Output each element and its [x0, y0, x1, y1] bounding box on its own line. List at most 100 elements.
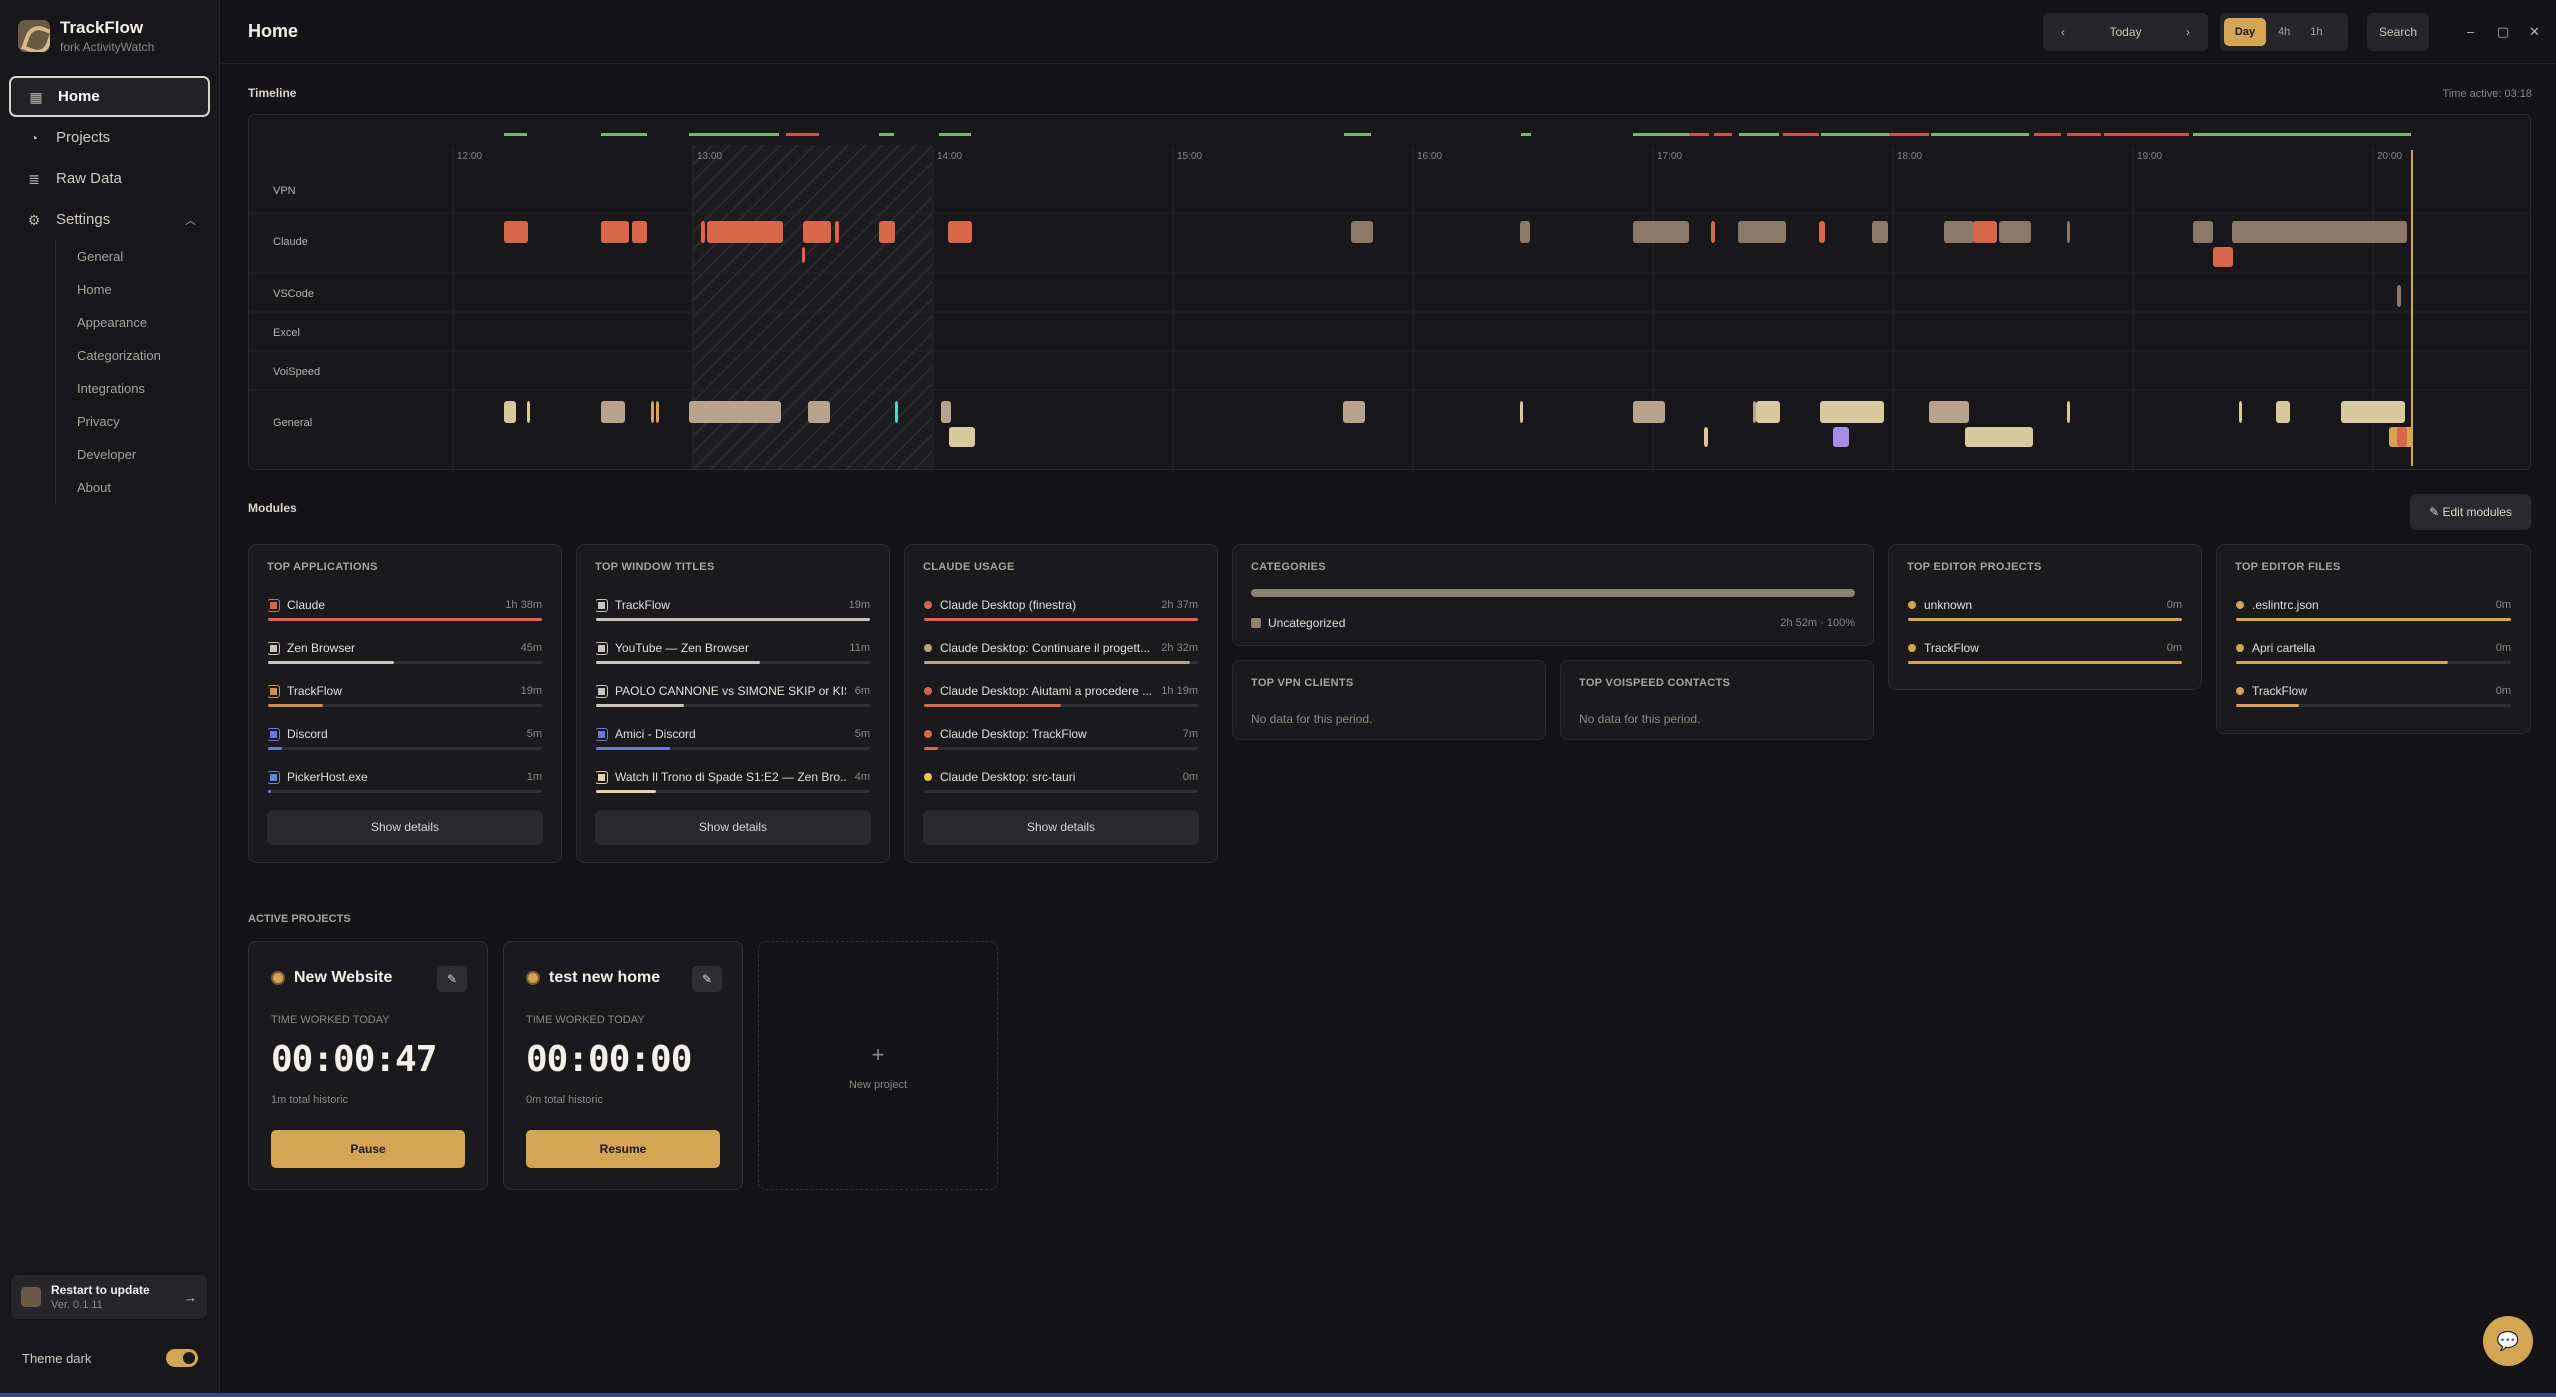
timeline-bar[interactable]: [1944, 221, 1974, 243]
timeline-bar[interactable]: [1351, 221, 1373, 243]
nav-item-raw-data[interactable]: ≣ Raw Data: [9, 158, 210, 199]
list-item[interactable]: PAOLO CANNONE vs SIMONE SKIP or KIS... 6m: [596, 684, 870, 712]
timeline-bar[interactable]: [2397, 285, 2401, 307]
timeline-bar[interactable]: [941, 401, 951, 423]
timeline-bar[interactable]: [1711, 221, 1715, 243]
timeline-bar[interactable]: [689, 401, 781, 423]
timeline-bar[interactable]: [803, 221, 831, 243]
timeline-bar[interactable]: [1965, 427, 2033, 447]
search-button[interactable]: Search: [2367, 13, 2429, 51]
timeline-bar[interactable]: [2193, 221, 2213, 243]
timeline-bar[interactable]: [1929, 401, 1969, 423]
timeline-bar[interactable]: [948, 221, 972, 243]
timeline-bar[interactable]: [1833, 427, 1849, 447]
list-item[interactable]: TrackFlow 19m: [268, 684, 542, 712]
timeline-bar[interactable]: [895, 401, 898, 423]
timeline-bar[interactable]: [879, 221, 895, 243]
timeline-bar[interactable]: [1973, 221, 1997, 243]
theme-toggle[interactable]: [166, 1349, 198, 1367]
prev-day-button[interactable]: ‹: [2061, 25, 2065, 39]
timeline-bar[interactable]: [2341, 401, 2405, 423]
range-4h-button[interactable]: 4h: [2270, 18, 2298, 46]
settings-item-home[interactable]: Home: [77, 273, 161, 306]
list-item[interactable]: Watch Il Trono di Spade S1:E2 — Zen Bro.…: [596, 770, 870, 798]
settings-item-general[interactable]: General: [77, 240, 161, 273]
timeline-bar[interactable]: [504, 401, 516, 423]
update-banner[interactable]: Restart to update Ver. 0.1.11 →: [11, 1275, 207, 1319]
pause-button[interactable]: Pause: [271, 1130, 465, 1168]
timeline-bar[interactable]: [2239, 401, 2242, 423]
list-item[interactable]: TrackFlow 0m: [2236, 684, 2511, 712]
timeline-bar[interactable]: [2067, 221, 2070, 243]
timeline-bar[interactable]: [1633, 221, 1689, 243]
list-item[interactable]: TrackFlow 19m: [596, 598, 870, 626]
list-item[interactable]: Claude Desktop (finestra) 2h 37m: [924, 598, 1198, 626]
timeline-bar[interactable]: [1753, 401, 1756, 423]
list-item[interactable]: PickerHost.exe 1m: [268, 770, 542, 798]
timeline-bar[interactable]: [1820, 401, 1884, 423]
timeline-bar[interactable]: [802, 247, 805, 263]
timeline-bar[interactable]: [2397, 427, 2407, 447]
close-icon[interactable]: ✕: [2529, 24, 2540, 40]
timeline-bar[interactable]: [527, 401, 530, 423]
show-details-button[interactable]: Show details: [923, 810, 1199, 845]
range-1h-button[interactable]: 1h: [2302, 18, 2330, 46]
next-day-button[interactable]: ›: [2186, 25, 2190, 39]
timeline-bar[interactable]: [1633, 401, 1665, 423]
nav-item-settings[interactable]: ⚙ Settings ︿: [9, 199, 210, 240]
timeline-bar[interactable]: [1872, 221, 1888, 243]
new-project-card[interactable]: + New project: [758, 941, 998, 1190]
maximize-icon[interactable]: ▢: [2497, 24, 2509, 40]
list-item[interactable]: Apri cartella 0m: [2236, 641, 2511, 669]
settings-item-integrations[interactable]: Integrations: [77, 372, 161, 405]
settings-item-developer[interactable]: Developer: [77, 438, 161, 471]
timeline-bar[interactable]: [1819, 221, 1825, 243]
list-item[interactable]: Claude Desktop: Aiutami a procedere ... 1…: [924, 684, 1198, 712]
nav-item-projects[interactable]: ◔ Projects: [9, 117, 210, 158]
timeline-bar[interactable]: [949, 427, 975, 447]
timeline-bar[interactable]: [651, 401, 654, 423]
timeline-bar[interactable]: [1520, 221, 1530, 243]
settings-item-categorization[interactable]: Categorization: [77, 339, 161, 372]
show-details-button[interactable]: Show details: [595, 810, 871, 845]
edit-modules-button[interactable]: ✎ Edit modules: [2410, 494, 2531, 530]
list-item[interactable]: TrackFlow 0m: [1908, 641, 2182, 669]
timeline-bar[interactable]: [632, 221, 647, 243]
timeline-bar[interactable]: [2067, 401, 2070, 423]
timeline-bar[interactable]: [601, 221, 629, 243]
settings-item-appearance[interactable]: Appearance: [77, 306, 161, 339]
settings-item-about[interactable]: About: [77, 471, 161, 504]
list-item[interactable]: Claude Desktop: Continuare il progett...…: [924, 641, 1198, 669]
list-item[interactable]: Claude Desktop: src-tauri 0m: [924, 770, 1198, 798]
timeline-bar[interactable]: [2232, 221, 2407, 243]
show-details-button[interactable]: Show details: [267, 810, 543, 845]
timeline-bar[interactable]: [2213, 247, 2233, 267]
list-item[interactable]: Claude 1h 38m: [268, 598, 542, 626]
timeline-bar[interactable]: [656, 401, 659, 423]
list-item[interactable]: .eslintrc.json 0m: [2236, 598, 2511, 626]
edit-project-button[interactable]: ✎: [692, 966, 722, 992]
edit-project-button[interactable]: ✎: [437, 966, 467, 992]
category-item[interactable]: Uncategorized: [1251, 616, 1345, 630]
timeline-bar[interactable]: [1343, 401, 1365, 423]
timeline-bar[interactable]: [1738, 221, 1786, 243]
settings-item-privacy[interactable]: Privacy: [77, 405, 161, 438]
chat-button[interactable]: 💬: [2483, 1316, 2533, 1366]
resume-button[interactable]: Resume: [526, 1130, 720, 1168]
list-item[interactable]: Zen Browser 45m: [268, 641, 542, 669]
list-item[interactable]: unknown 0m: [1908, 598, 2182, 626]
timeline-bar[interactable]: [2276, 401, 2290, 423]
range-day-button[interactable]: Day: [2224, 18, 2266, 46]
list-item[interactable]: Claude Desktop: TrackFlow 7m: [924, 727, 1198, 755]
minimize-icon[interactable]: –: [2467, 24, 2474, 39]
nav-item-home[interactable]: ▦ Home: [9, 76, 210, 117]
timeline-bar[interactable]: [701, 221, 705, 243]
timeline-bar[interactable]: [808, 401, 830, 423]
timeline-bar[interactable]: [1999, 221, 2031, 243]
timeline-bar[interactable]: [504, 221, 528, 243]
timeline-bar[interactable]: [1704, 427, 1708, 447]
timeline-bar[interactable]: [601, 401, 625, 423]
timeline-bar[interactable]: [835, 221, 839, 243]
timeline-bar[interactable]: [1756, 401, 1780, 423]
list-item[interactable]: YouTube — Zen Browser 11m: [596, 641, 870, 669]
